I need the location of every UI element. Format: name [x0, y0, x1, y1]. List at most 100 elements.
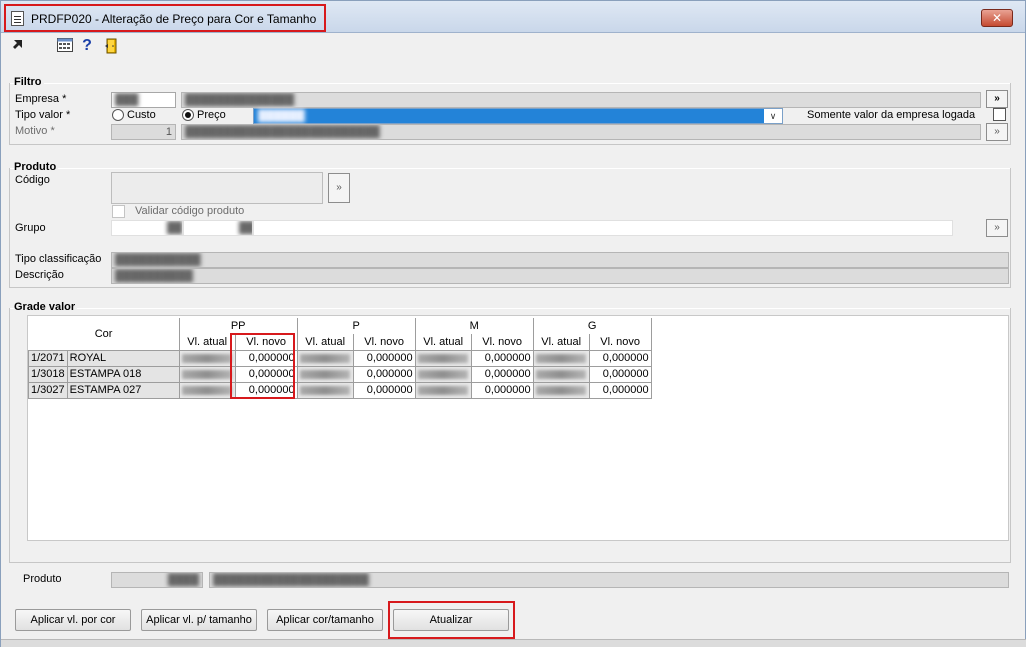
atual-cell [414, 365, 472, 383]
size-header-g: G [532, 318, 652, 334]
atual-cell [532, 365, 590, 383]
cor-header: Cor [28, 318, 180, 351]
atualizar-button[interactable]: Atualizar [393, 609, 509, 631]
novo-cell[interactable]: 0,000000 [352, 365, 416, 383]
atual-cell [414, 349, 472, 367]
window-title: PRDFP020 - Alteração de Preço para Cor e… [31, 12, 317, 26]
size-header-p: P [296, 318, 416, 334]
cor-name-cell: ROYAL [66, 349, 180, 367]
novo-cell[interactable]: 0,000000 [588, 365, 652, 383]
atual-cell [296, 381, 354, 399]
grupo-sub-field[interactable]: ██ [183, 220, 253, 236]
cor-code-cell: 1/3027 [28, 381, 68, 399]
title-bar: PRDFP020 - Alteração de Preço para Cor e… [1, 1, 1025, 33]
status-bar [1, 639, 1026, 647]
grupo-lookup-button[interactable]: » [986, 219, 1008, 237]
p-atual-header: Vl. atual [296, 334, 354, 351]
grupo-label: Grupo [15, 222, 46, 234]
pp-novo-header: Vl. novo [234, 334, 298, 351]
motivo-code-field: 1 [111, 124, 176, 140]
empresa-code-field[interactable]: ███ [111, 92, 176, 108]
grupo-code-field[interactable]: ██ [111, 220, 183, 236]
calculator-icon[interactable] [57, 38, 73, 54]
empresa-label: Empresa * [15, 93, 67, 105]
cor-code-cell: 1/3018 [28, 365, 68, 383]
g-novo-header: Vl. novo [588, 334, 652, 351]
somente-empresa-checkbox[interactable] [993, 108, 1006, 121]
atual-cell [296, 349, 354, 367]
preco-label: Preço [197, 109, 226, 121]
aplicar-por-cor-button[interactable]: Aplicar vl. por cor [15, 609, 131, 631]
size-header-m: M [414, 318, 534, 334]
aplicar-por-tamanho-button[interactable]: Aplicar vl. p/ tamanho [141, 609, 257, 631]
descricao-label: Descrição [15, 269, 64, 281]
codigo-field[interactable] [111, 172, 323, 204]
p-novo-header: Vl. novo [352, 334, 416, 351]
footer-produto-code: ████ [111, 572, 203, 588]
tipo-valor-label: Tipo valor * [15, 109, 71, 121]
arrow-icon[interactable] [11, 38, 27, 54]
motivo-label: Motivo * [15, 125, 55, 137]
novo-cell[interactable]: 0,000000 [470, 381, 534, 399]
produto-title: Produto [14, 161, 59, 173]
tipo-classificacao-field: ███████████ [111, 252, 1009, 268]
novo-cell[interactable]: 0,000000 [234, 365, 298, 383]
codigo-label: Código [15, 174, 50, 186]
pp-atual-header: Vl. atual [178, 334, 236, 351]
table-row[interactable]: 1/3018 ESTAMPA 018 0,000000 0,000000 0,0… [28, 365, 652, 383]
novo-cell[interactable]: 0,000000 [234, 381, 298, 399]
validar-codigo-label: Validar código produto [135, 205, 245, 217]
atual-cell [178, 365, 236, 383]
custo-label: Custo [127, 109, 156, 121]
table-row[interactable]: 1/3027 ESTAMPA 027 0,000000 0,000000 0,0… [28, 381, 652, 399]
codigo-lookup-button[interactable]: » [328, 173, 350, 203]
aplicar-cor-tamanho-button[interactable]: Aplicar cor/tamanho [267, 609, 383, 631]
cor-name-cell: ESTAMPA 018 [66, 365, 180, 383]
novo-cell[interactable]: 0,000000 [234, 349, 298, 367]
help-icon[interactable]: ? [79, 38, 95, 54]
novo-cell[interactable]: 0,000000 [352, 381, 416, 399]
empresa-name-field: ██████████████ [181, 92, 981, 108]
atual-cell [414, 381, 472, 399]
exit-door-icon[interactable] [103, 38, 119, 54]
footer-produto-desc: ████████████████████ [209, 572, 1009, 588]
novo-cell[interactable]: 0,000000 [588, 381, 652, 399]
footer-produto-label: Produto [23, 573, 62, 585]
motivo-name-field: █████████████████████████ [181, 124, 981, 140]
tipo-valor-select[interactable]: ██████ ∨ [253, 108, 783, 124]
grade-table: Cor PP P M G Vl. atual Vl. novo Vl. atua… [28, 318, 652, 399]
grade-title: Grade valor [14, 301, 78, 313]
cor-code-cell: 1/2071 [28, 349, 68, 367]
g-atual-header: Vl. atual [532, 334, 590, 351]
descricao-field: ██████████ [111, 268, 1009, 284]
novo-cell[interactable]: 0,000000 [470, 365, 534, 383]
m-atual-header: Vl. atual [414, 334, 472, 351]
grupo-name-field[interactable] [253, 220, 953, 236]
title-highlight-box: PRDFP020 - Alteração de Preço para Cor e… [4, 4, 326, 32]
grade-valor-grid[interactable]: Cor PP P M G Vl. atual Vl. novo Vl. atua… [27, 315, 1009, 541]
size-header-pp: PP [178, 318, 298, 334]
close-button[interactable]: ✕ [981, 9, 1013, 27]
main-window: PRDFP020 - Alteração de Preço para Cor e… [0, 0, 1026, 647]
novo-cell[interactable]: 0,000000 [352, 349, 416, 367]
motivo-lookup-button[interactable]: » [986, 123, 1008, 141]
atual-cell [296, 365, 354, 383]
novo-cell[interactable]: 0,000000 [470, 349, 534, 367]
m-novo-header: Vl. novo [470, 334, 534, 351]
atual-cell [532, 381, 590, 399]
cor-name-cell: ESTAMPA 027 [66, 381, 180, 399]
validar-codigo-checkbox[interactable] [112, 205, 125, 218]
atual-cell [178, 381, 236, 399]
tipo-classificacao-label: Tipo classificação [15, 253, 102, 265]
atual-cell [178, 349, 236, 367]
toolbar: ? [9, 38, 1019, 56]
chevron-down-icon: ∨ [764, 109, 782, 123]
novo-cell[interactable]: 0,000000 [588, 349, 652, 367]
filtro-title: Filtro [14, 76, 44, 88]
preco-radio[interactable] [182, 109, 194, 121]
custo-radio[interactable] [112, 109, 124, 121]
document-icon [11, 11, 24, 26]
atual-cell [532, 349, 590, 367]
table-row[interactable]: 1/2071 ROYAL 0,000000 0,000000 0,000000 … [28, 349, 652, 367]
empresa-lookup-button[interactable]: » [986, 90, 1008, 108]
